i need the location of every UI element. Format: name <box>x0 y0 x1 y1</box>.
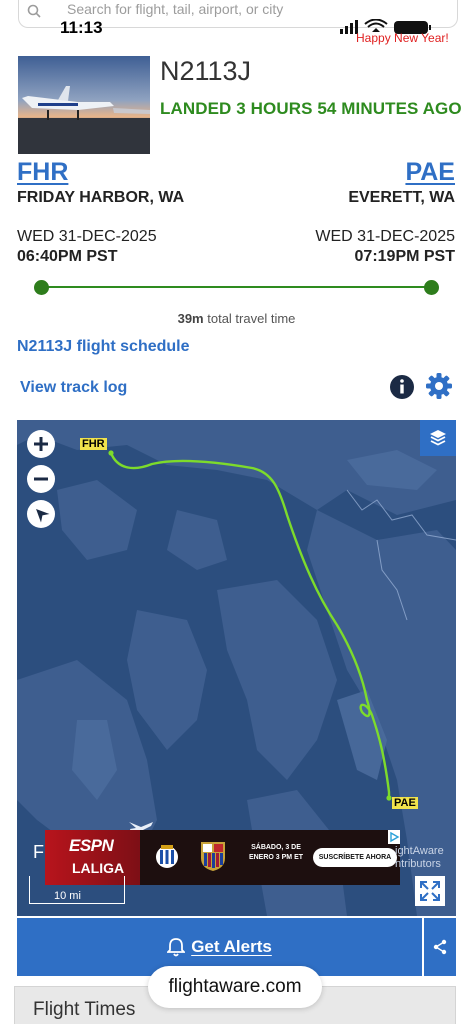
tail-number: N2113J <box>160 56 252 86</box>
compass-icon <box>36 509 50 523</box>
map-attribution-contributors: ntributors <box>395 858 441 870</box>
fullscreen-icon <box>420 881 440 901</box>
layers-icon <box>430 430 446 446</box>
destination-dot <box>424 280 439 295</box>
status-time: 11:13 <box>60 18 103 37</box>
destination-city: EVERETT, WA <box>348 189 455 206</box>
ad-brand: ESPN <box>69 836 114 855</box>
status-bar: Search for flight, tail, airport, or cit… <box>0 0 473 45</box>
track-log-link[interactable]: View track log <box>20 379 127 397</box>
origin-map-label: FHR <box>80 438 107 450</box>
address-bar[interactable]: flightaware.com <box>148 966 322 1008</box>
map-scale-label: 10 mi <box>54 890 81 902</box>
svg-text:F: F <box>33 842 44 862</box>
search-icon <box>27 4 41 18</box>
origin-time: 06:40PM PST <box>17 248 118 265</box>
flight-progress-bar <box>41 286 431 288</box>
zoom-in-icon <box>34 437 48 451</box>
holiday-banner: Happy New Year! <box>356 31 449 45</box>
aircraft-photo[interactable] <box>18 56 150 154</box>
map-attribution: ightAware <box>395 845 444 857</box>
info-icon[interactable] <box>389 374 415 400</box>
zoom-in-button[interactable] <box>27 430 55 458</box>
destination-code-link[interactable]: PAE <box>405 158 455 187</box>
ad-subscribe-button[interactable]: SUSCRÍBETE AHORA <box>313 848 397 867</box>
flight-schedule-link[interactable]: N2113J flight schedule <box>17 338 190 356</box>
fullscreen-button[interactable] <box>415 876 445 906</box>
barcelona-crest-icon <box>201 842 225 871</box>
travel-duration: 39m <box>177 311 204 326</box>
get-alerts-label: Get Alerts <box>191 937 272 956</box>
destination-date: WED 31-DEC-2025 <box>315 228 455 245</box>
travel-suffix: total travel time <box>207 311 296 326</box>
destination-time: 07:19PM PST <box>354 248 455 265</box>
origin-date: WED 31-DEC-2025 <box>17 228 157 245</box>
destination-map-label: PAE <box>392 797 418 809</box>
share-button[interactable] <box>424 918 456 976</box>
flight-map[interactable]: F FHR PAE ESPN LALIGA SÁBADO, 3 DE ENERO… <box>17 420 456 916</box>
origin-code-link[interactable]: FHR <box>17 158 68 187</box>
bell-icon <box>167 938 186 957</box>
ad-date: SÁBADO, 3 DE ENERO 3 PM ET <box>248 844 304 861</box>
zoom-out-icon <box>34 477 48 481</box>
layers-button[interactable] <box>420 420 456 456</box>
origin-dot <box>34 280 49 295</box>
compass-button[interactable] <box>27 500 55 528</box>
zoom-out-button[interactable] <box>27 465 55 493</box>
espanyol-crest-icon <box>156 845 178 868</box>
origin-marker <box>108 450 114 456</box>
origin-city: FRIDAY HARBOR, WA <box>17 189 185 206</box>
travel-time: 39m total travel time <box>0 311 473 326</box>
share-icon <box>433 939 447 955</box>
search-placeholder: Search for flight, tail, airport, or cit… <box>67 1 284 17</box>
ad-league: LALIGA <box>72 860 125 876</box>
adchoices-icon[interactable] <box>388 830 400 844</box>
flight-times-title: Flight Times <box>33 999 136 1020</box>
flight-status: LANDED 3 HOURS 54 MINUTES AGO <box>160 99 462 118</box>
gear-icon[interactable] <box>425 372 453 400</box>
destination-marker <box>386 795 392 801</box>
